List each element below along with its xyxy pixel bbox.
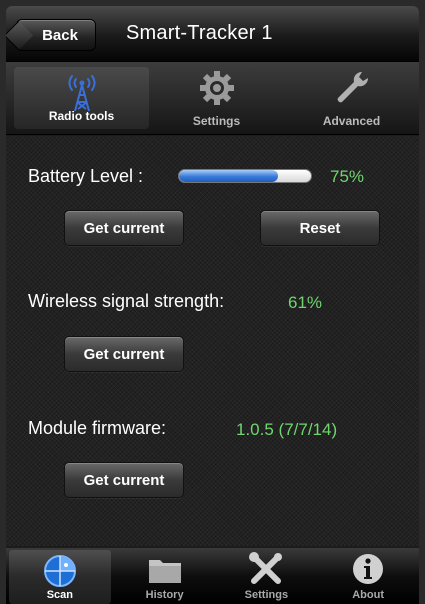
navigation-bar: Back Smart-Tracker 1 [6, 6, 419, 62]
wireless-get-current-label: Get current [83, 345, 165, 363]
wireless-signal-label: Wireless signal strength: [28, 291, 225, 311]
battery-reset-label: Reset [299, 219, 341, 237]
tools-icon [246, 552, 286, 589]
scan-radar-icon [42, 554, 78, 591]
battery-level-label: Battery Level : [28, 166, 144, 186]
bottom-tab-bar: Scan History Settings About [6, 548, 419, 604]
tab-history[interactable]: History [114, 548, 216, 604]
tab-settings-label: Settings [192, 114, 241, 128]
tab-settings-bottom[interactable]: Settings [216, 548, 318, 604]
battery-progress-bar [178, 169, 312, 183]
top-tab-bar: Radio tools Settings Advanced [6, 62, 419, 135]
radio-tools-panel: Battery Level : 75% Get current Reset Wi… [6, 136, 419, 546]
tab-history-label: History [145, 589, 184, 601]
battery-get-current-button[interactable]: Get current [64, 210, 184, 246]
battery-progress-fill [179, 170, 278, 182]
battery-level-value: 75% [330, 167, 365, 186]
info-icon [350, 552, 386, 589]
battery-reset-button[interactable]: Reset [260, 210, 380, 246]
tab-advanced[interactable]: Advanced [284, 62, 419, 134]
back-button[interactable]: Back [16, 19, 96, 51]
wireless-signal-value: 61% [288, 293, 323, 312]
wireless-get-current-button[interactable]: Get current [64, 336, 184, 372]
battery-get-current-label: Get current [83, 219, 165, 237]
wrench-icon [332, 68, 372, 111]
tab-radio-tools[interactable]: Radio tools [14, 67, 149, 129]
tab-scan[interactable]: Scan [9, 550, 111, 604]
back-button-label: Back [42, 26, 78, 44]
radio-tower-icon [62, 73, 102, 116]
tab-about-label: About [352, 589, 384, 601]
gear-icon [197, 68, 237, 111]
module-firmware-label: Module firmware: [28, 418, 167, 438]
module-firmware-value: 1.0.5 (7/7/14) [236, 420, 338, 439]
page-title: Smart-Tracker 1 [126, 22, 273, 44]
folder-icon [145, 552, 185, 589]
tab-about[interactable]: About [317, 548, 419, 604]
tab-settings[interactable]: Settings [149, 62, 284, 134]
firmware-get-current-label: Get current [83, 471, 165, 489]
app-frame: Back Smart-Tracker 1 Radio tools Setting… [6, 6, 419, 604]
tab-advanced-label: Advanced [322, 114, 381, 128]
tab-settings-bottom-label: Settings [244, 589, 289, 601]
firmware-get-current-button[interactable]: Get current [64, 462, 184, 498]
